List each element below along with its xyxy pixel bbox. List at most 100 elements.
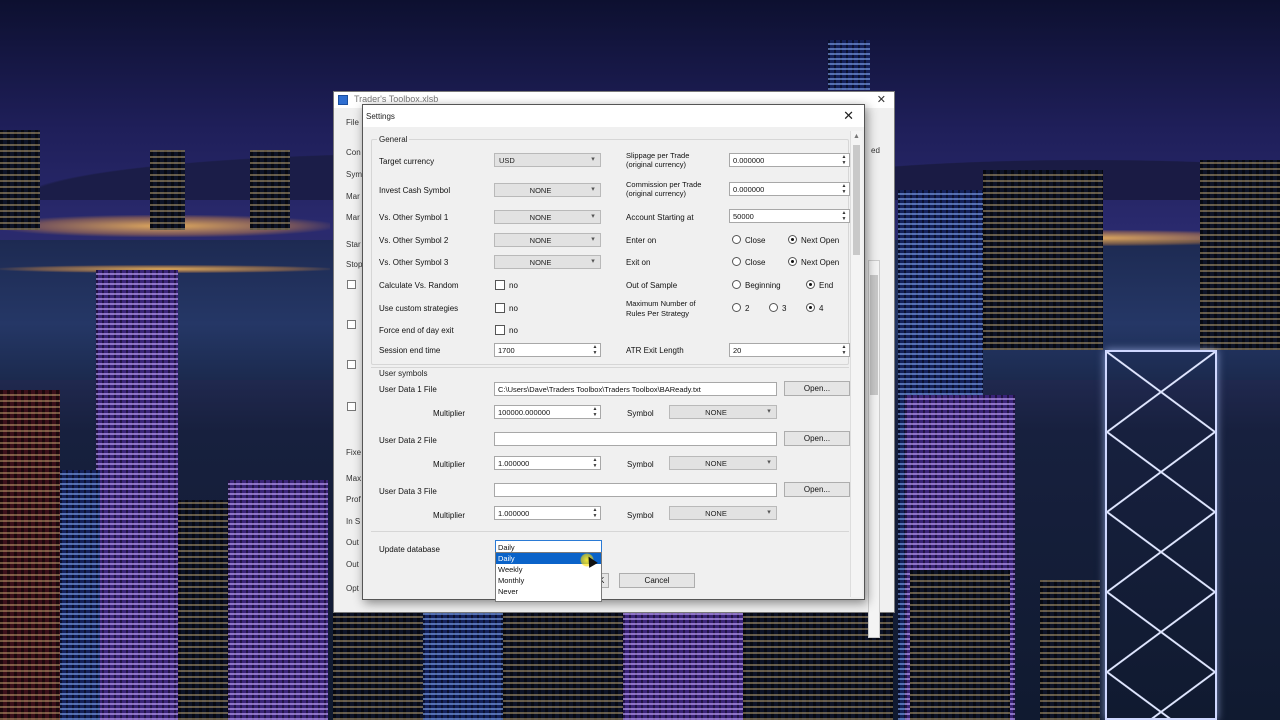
settings-titlebar[interactable]: Settings ✕ — [363, 105, 864, 127]
user-data-1-open-button[interactable]: Open... — [784, 381, 850, 396]
cancel-button[interactable]: Cancel — [619, 573, 695, 588]
spin-arrows-icon[interactable]: ▲ ▼ — [840, 154, 848, 166]
vs-other-symbol-1-label: Vs. Other Symbol 1 — [379, 213, 449, 222]
dropdown-option-never[interactable]: Never — [496, 586, 601, 597]
exit-on-next-open-radio[interactable] — [788, 257, 797, 266]
user-data-2-symbol: NONE — [705, 459, 727, 468]
divider — [371, 531, 849, 532]
scroll-thumb[interactable] — [870, 275, 878, 395]
spin-arrows-icon[interactable]: ▲ ▼ — [591, 457, 599, 469]
enter-on-next-open-radio[interactable] — [788, 235, 797, 244]
account-start-stepper[interactable]: 50000 ▲ ▼ — [729, 209, 850, 223]
user-data-1-multiplier-stepper[interactable]: 100000.000000 ▲ ▼ — [494, 405, 601, 419]
vs-other-symbol-3-label: Vs. Other Symbol 3 — [379, 258, 449, 267]
building — [910, 570, 1010, 720]
slippage-sublabel: (original currency) — [626, 160, 687, 169]
building — [0, 390, 60, 720]
building — [228, 480, 328, 720]
commission-label: Commission per Trade — [626, 180, 702, 189]
invest-cash-symbol-select[interactable]: NONE ▾ — [494, 183, 601, 197]
user-data-3-path-input[interactable] — [494, 483, 777, 497]
exit-on-next-open-label: Next Open — [801, 258, 840, 267]
dropdown-option-monthly[interactable]: Monthly — [496, 575, 601, 586]
session-end-time-stepper[interactable]: 1700 ▲ ▼ — [494, 343, 601, 357]
building — [1040, 580, 1100, 720]
atr-exit-length-value: 20 — [733, 346, 742, 355]
use-custom-strategies-checkbox[interactable] — [495, 303, 505, 313]
user-data-3-open-button[interactable]: Open... — [784, 482, 850, 497]
out-of-sample-end-radio[interactable] — [806, 280, 815, 289]
building — [828, 40, 870, 90]
update-database-label: Update database — [379, 545, 440, 554]
checkbox[interactable] — [347, 320, 356, 329]
vs-other-symbol-1-select[interactable]: NONE ▾ — [494, 210, 601, 224]
chevron-down-icon: ▾ — [767, 408, 771, 415]
enter-on-close-radio[interactable] — [732, 235, 741, 244]
spin-arrows-icon[interactable]: ▲ ▼ — [591, 507, 599, 519]
user-data-1-label: User Data 1 File — [379, 385, 437, 394]
building — [1200, 160, 1280, 350]
spin-arrows-icon[interactable]: ▲ ▼ — [840, 344, 848, 356]
building — [503, 613, 623, 720]
vs-other-symbol-1-value: NONE — [529, 213, 552, 222]
vs-other-symbol-3-select[interactable]: NONE ▾ — [494, 255, 601, 269]
user-data-2-multiplier: 1.000000 — [498, 459, 530, 468]
building — [150, 150, 185, 230]
force-eod-exit-no: no — [509, 326, 518, 335]
partial-label: Out — [346, 538, 359, 547]
settings-scrollbar[interactable]: ▲ — [850, 131, 862, 597]
user-data-2-open-button[interactable]: Open... — [784, 431, 850, 446]
slippage-stepper[interactable]: 0.000000 ▲ ▼ — [729, 153, 850, 167]
spin-arrows-icon[interactable]: ▲ ▼ — [591, 406, 599, 418]
divider — [371, 367, 849, 368]
user-data-2-path-input[interactable] — [494, 432, 777, 446]
checkbox[interactable] — [347, 402, 356, 411]
user-data-3-symbol-select[interactable]: NONE ▾ — [669, 506, 777, 520]
checkbox[interactable] — [347, 360, 356, 369]
vs-other-symbol-2-select[interactable]: NONE ▾ — [494, 233, 601, 247]
user-data-1-symbol-select[interactable]: NONE ▾ — [669, 405, 777, 419]
exit-on-label: Exit on — [626, 258, 651, 267]
user-data-1-path: C:\Users\Dave\Traders Toolbox\Traders To… — [498, 385, 701, 394]
spin-arrows-icon[interactable]: ▲ ▼ — [591, 344, 599, 356]
spin-arrows-icon[interactable]: ▲ ▼ — [840, 210, 848, 222]
user-data-2-multiplier-stepper[interactable]: 1.000000 ▲ ▼ — [494, 456, 601, 470]
checkbox[interactable] — [347, 280, 356, 289]
max-rules-2-radio[interactable] — [732, 303, 741, 312]
user-data-2-symbol-select[interactable]: NONE ▾ — [669, 456, 777, 470]
building — [250, 150, 290, 230]
max-rules-3-radio[interactable] — [769, 303, 778, 312]
commission-stepper[interactable]: 0.000000 ▲ ▼ — [729, 182, 850, 196]
user-data-1-symbol-label: Symbol — [627, 409, 654, 418]
user-data-2-multiplier-label: Multiplier — [433, 460, 466, 469]
user-data-1-path-input[interactable]: C:\Users\Dave\Traders Toolbox\Traders To… — [494, 382, 777, 396]
scroll-thumb[interactable] — [853, 145, 860, 255]
user-data-2-label: User Data 2 File — [379, 436, 437, 445]
vs-other-symbol-2-value: NONE — [529, 236, 552, 245]
spin-arrows-icon[interactable]: ▲ ▼ — [840, 183, 848, 195]
calculate-vs-random-no: no — [509, 281, 518, 290]
user-data-1-multiplier: 100000.000000 — [498, 408, 551, 417]
building — [60, 470, 100, 720]
atr-exit-length-stepper[interactable]: 20 ▲ ▼ — [729, 343, 850, 357]
invest-cash-symbol-label: Invest Cash Symbol — [379, 186, 451, 195]
exit-on-close-radio[interactable] — [732, 257, 741, 266]
menu-file[interactable]: File — [346, 118, 359, 127]
out-of-sample-beginning-radio[interactable] — [732, 280, 741, 289]
bank-tower — [1105, 350, 1217, 720]
building — [983, 170, 1103, 350]
user-data-3-multiplier-label: Multiplier — [433, 511, 466, 520]
main-window-scrollbar[interactable] — [868, 260, 880, 638]
building — [623, 613, 743, 720]
scroll-up-icon[interactable]: ▲ — [853, 133, 860, 140]
close-icon[interactable]: ✕ — [877, 93, 886, 106]
calculate-vs-random-checkbox[interactable] — [495, 280, 505, 290]
user-data-3-multiplier-stepper[interactable]: 1.000000 ▲ ▼ — [494, 506, 601, 520]
target-currency-select[interactable]: USD ▾ — [494, 153, 601, 167]
close-icon[interactable]: ✕ — [843, 108, 854, 124]
max-rules-4-radio[interactable] — [806, 303, 815, 312]
max-rules-4-label: 4 — [819, 304, 824, 313]
force-eod-exit-checkbox[interactable] — [495, 325, 505, 335]
session-end-time-value: 1700 — [498, 346, 515, 355]
out-of-sample-beginning-label: Beginning — [745, 281, 781, 290]
